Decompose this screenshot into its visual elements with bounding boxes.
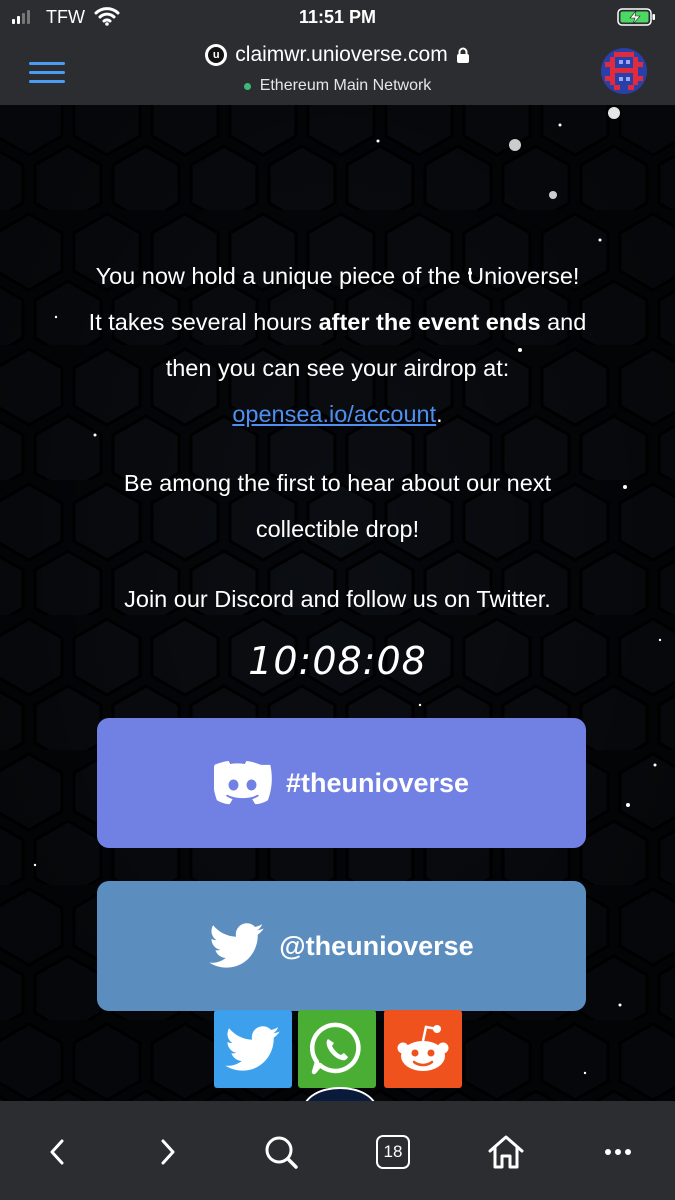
network-indicator[interactable]: Ethereum Main Network (0, 77, 675, 95)
opensea-account-link[interactable]: opensea.io/account (232, 401, 436, 427)
twitter-button[interactable]: @theunioverse (97, 881, 586, 1011)
emphasis-text: after the event ends (318, 309, 541, 335)
browser-toolbar: u claimwr.unioverse.com Ethereum Main Ne… (0, 34, 675, 105)
forward-button[interactable] (141, 1125, 195, 1179)
newsletter-line-2: collectible drop! (255, 516, 420, 542)
share-reddit-button[interactable] (384, 1010, 462, 1088)
intro-line-3: then you can see your airdrop at: (165, 355, 510, 381)
tab-count: 18 (376, 1135, 410, 1169)
network-status-dot (243, 82, 251, 90)
discord-button[interactable]: #theunioverse (97, 718, 586, 848)
more-button[interactable] (591, 1125, 645, 1179)
url-text: claimwr.unioverse.com (235, 43, 448, 66)
page-content: You now hold a unique piece of the Uniov… (0, 105, 675, 1101)
battery-icon (617, 8, 655, 26)
lock-icon (456, 47, 469, 63)
address-bar[interactable]: u claimwr.unioverse.com (0, 43, 675, 67)
discord-button-label: #theunioverse (285, 767, 470, 798)
share-twitter-button[interactable] (214, 1010, 292, 1088)
back-icon (50, 1139, 64, 1165)
site-favicon: u (205, 44, 228, 66)
whatsapp-icon (309, 1022, 361, 1075)
status-time: 11:51 PM (298, 7, 377, 27)
newsletter-line-1: Be among the first to hear about our nex… (123, 470, 552, 496)
forward-icon (161, 1139, 175, 1165)
intro-line-2: It takes several hours after the event e… (88, 309, 587, 335)
tabs-button[interactable]: 18 (366, 1125, 420, 1179)
intro-line-4: opensea.io/account. (232, 401, 443, 427)
share-whatsapp-button[interactable] (298, 1010, 376, 1088)
discord-icon (213, 761, 272, 805)
search-button[interactable] (254, 1125, 308, 1179)
account-avatar[interactable] (601, 48, 647, 94)
home-icon (488, 1135, 524, 1169)
reddit-icon (397, 1025, 449, 1071)
browser-bottom-toolbar: 18 (0, 1101, 675, 1200)
status-bar: TFW 11:51 PM (0, 0, 675, 34)
search-icon (265, 1136, 298, 1169)
more-icon (605, 1149, 631, 1155)
intro-line-1: You now hold a unique piece of the Uniov… (95, 263, 580, 289)
twitter-icon (225, 1026, 280, 1071)
back-button[interactable] (30, 1125, 84, 1179)
home-button[interactable] (479, 1125, 533, 1179)
countdown-timer: 10:08:08 (248, 639, 427, 683)
join-text: Join our Discord and follow us on Twitte… (124, 586, 551, 612)
twitter-button-label: @theunioverse (279, 930, 474, 961)
network-label: Ethereum Main Network (259, 77, 432, 94)
twitter-icon (209, 923, 264, 968)
